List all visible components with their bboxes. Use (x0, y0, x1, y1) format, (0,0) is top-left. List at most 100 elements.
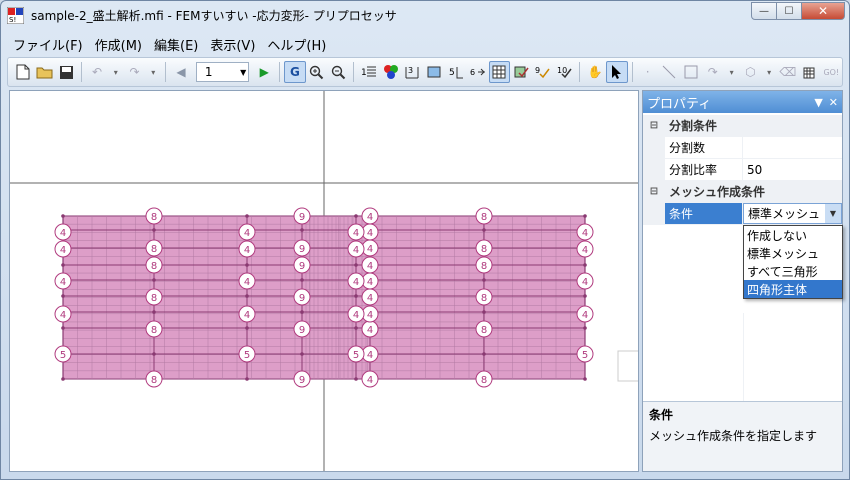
dropdown-option-highlighted[interactable]: 四角形主体 (744, 280, 842, 298)
new-file-icon[interactable] (12, 61, 34, 83)
page-value: 1 (204, 65, 213, 79)
division-count-label: 8 (151, 261, 157, 272)
redo-icon[interactable]: ↷ (124, 61, 146, 83)
redo-dropdown-icon[interactable]: ▾ (145, 61, 161, 83)
svg-text:5: 5 (449, 68, 455, 78)
mesh-node (245, 326, 249, 330)
toolbar: ↶ ▾ ↷ ▾ ◀ 1 ▼ ▶ G 1 3 5 6 9 10 ✋ · ↷ ▾ ⬡… (7, 57, 843, 87)
division-count-label: 4 (367, 261, 373, 272)
division-count-label: 8 (151, 293, 157, 304)
panel-menu-icon[interactable]: ▼ (814, 96, 822, 109)
layer-icon[interactable]: 5 (445, 61, 467, 83)
mesh-check3-icon[interactable]: 10 (554, 61, 576, 83)
node-number-icon[interactable]: 1 (358, 61, 380, 83)
mesh-generate-icon[interactable] (799, 61, 821, 83)
maximize-button[interactable]: ☐ (777, 2, 802, 20)
panel-close-icon[interactable]: ✕ (829, 96, 838, 109)
go-icon[interactable]: GO! (820, 61, 842, 83)
arc-tool-icon[interactable]: ↷ (702, 61, 724, 83)
dropdown-option[interactable]: すべて三角形 (744, 262, 842, 280)
title-bar[interactable]: S! sample-2_盛土解析.mfi - FEMすいすい -応力変形- プリ… (1, 1, 849, 29)
division-count-label: 4 (60, 310, 66, 321)
division-count-label: 5 (582, 350, 588, 361)
dimension-icon[interactable]: 3 (402, 61, 424, 83)
chevron-down-icon: ▼ (240, 67, 247, 77)
mesh-node (61, 214, 65, 218)
drawing-canvas[interactable]: 8984898489848984898489844444444444444444… (9, 90, 639, 472)
property-value[interactable]: 50 (743, 159, 842, 180)
division-count-label: 4 (582, 277, 588, 288)
split-icon[interactable]: 6 (467, 61, 489, 83)
grid-snap-icon[interactable]: G (284, 61, 306, 83)
chevron-down-icon[interactable]: ▼ (825, 204, 841, 223)
property-row[interactable]: 分割比率 50 (643, 159, 842, 181)
menu-help[interactable]: ヘルプ(H) (261, 33, 332, 56)
property-row[interactable]: 分割数 (643, 137, 842, 159)
description-pane: 条件 メッシュ作成条件を指定します (643, 401, 842, 471)
menu-edit[interactable]: 編集(E) (148, 33, 204, 56)
arc-dropdown-icon[interactable]: ▾ (724, 61, 740, 83)
eraser-tool-icon[interactable]: ⌫ (777, 61, 799, 83)
mesh-node (61, 294, 65, 298)
play-icon[interactable]: ▶ (253, 61, 275, 83)
mesh-node (300, 310, 304, 314)
mesh-node (482, 228, 486, 232)
polygon-dropdown-icon[interactable]: ▾ (761, 61, 777, 83)
open-folder-icon[interactable] (34, 61, 56, 83)
collapse-icon[interactable]: ⊟ (643, 115, 665, 136)
condition-combo[interactable]: 標準メッシュ ▼ (743, 203, 842, 224)
undo-dropdown-icon[interactable]: ▾ (108, 61, 124, 83)
pointer-icon[interactable] (606, 61, 628, 83)
mesh-node (300, 352, 304, 356)
property-row-selected[interactable]: 条件 標準メッシュ ▼ (643, 203, 842, 225)
mesh-node (583, 263, 587, 267)
division-count-label: 4 (367, 293, 373, 304)
division-count-label: 5 (244, 350, 250, 361)
category-mesh[interactable]: ⊟ メッシュ作成条件 (643, 181, 842, 203)
property-value[interactable] (743, 137, 842, 158)
save-icon[interactable] (55, 61, 77, 83)
menu-file[interactable]: ファイル(F) (7, 33, 89, 56)
mesh-check2-icon[interactable]: 9 (532, 61, 554, 83)
menu-view[interactable]: 表示(V) (204, 33, 261, 56)
collapse-icon[interactable]: ⊟ (643, 181, 665, 202)
prev-icon[interactable]: ◀ (170, 61, 192, 83)
combo-value: 標準メッシュ (748, 207, 821, 221)
division-count-label: 8 (481, 212, 487, 223)
dropdown-option[interactable]: 標準メッシュ (744, 244, 842, 262)
mesh-node (300, 228, 304, 232)
close-button[interactable]: ✕ (802, 2, 845, 20)
polygon-tool-icon[interactable]: ⬡ (739, 61, 761, 83)
properties-header: プロパティ ▼ ✕ (643, 91, 842, 113)
category-division[interactable]: ⊟ 分割条件 (643, 115, 842, 137)
mesh-node (152, 228, 156, 232)
property-name: 条件 (665, 203, 743, 224)
page-select[interactable]: 1 ▼ (195, 62, 250, 82)
division-count-label: 9 (299, 325, 305, 336)
properties-panel: プロパティ ▼ ✕ ⊟ 分割条件 分割数 分割比率 50 ⊟ メッシュ作成条件 … (642, 90, 843, 472)
mesh-node (583, 377, 587, 381)
material-color-icon[interactable] (380, 61, 402, 83)
hand-pan-icon[interactable]: ✋ (584, 61, 606, 83)
svg-text:10: 10 (557, 66, 567, 75)
minimize-button[interactable]: — (751, 2, 777, 20)
boundary-icon[interactable] (423, 61, 445, 83)
zoom-out-icon[interactable] (327, 61, 349, 83)
mesh-node (482, 310, 486, 314)
mesh-view[interactable]: 8984898489848984898489844444444444444444… (10, 91, 639, 472)
line-tool-icon[interactable] (659, 61, 681, 83)
menu-bar: ファイル(F) 作成(M) 編集(E) 表示(V) ヘルプ(H) (7, 32, 332, 56)
division-count-label: 4 (353, 228, 359, 239)
rect-tool-icon[interactable] (680, 61, 702, 83)
undo-icon[interactable]: ↶ (86, 61, 108, 83)
mesh-node (245, 294, 249, 298)
svg-text:9: 9 (535, 66, 540, 75)
mesh-check-icon[interactable] (510, 61, 532, 83)
svg-text:S!: S! (9, 16, 16, 24)
menu-create[interactable]: 作成(M) (89, 33, 148, 56)
point-tool-icon[interactable]: · (637, 61, 659, 83)
dropdown-option[interactable]: 作成しない (744, 226, 842, 244)
zoom-in-icon[interactable] (306, 61, 328, 83)
mesh-grid-icon[interactable] (488, 61, 511, 83)
division-count-label: 8 (481, 261, 487, 272)
